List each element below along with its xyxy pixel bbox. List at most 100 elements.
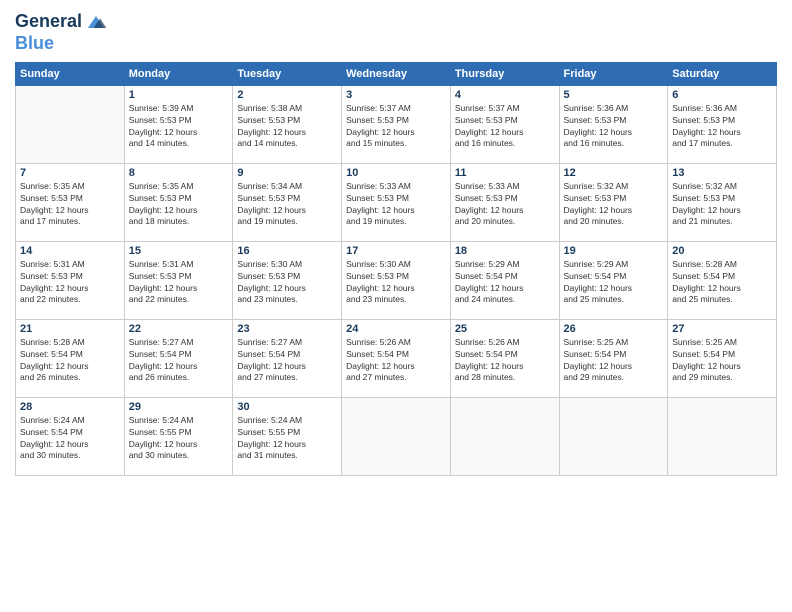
calendar-cell: 27Sunrise: 5:25 AMSunset: 5:54 PMDayligh… (668, 319, 777, 397)
day-info: Sunrise: 5:24 AMSunset: 5:55 PMDaylight:… (237, 415, 337, 463)
calendar-cell: 3 Sunrise: 5:37 AMSunset: 5:53 PMDaylight… (342, 85, 451, 163)
day-info: Sunrise: 5:24 AMSunset: 5:55 PMDaylight:… (129, 415, 229, 463)
logo-text-blue: Blue (15, 34, 108, 54)
calendar-cell: 8Sunrise: 5:35 AMSunset: 5:53 PMDaylight… (124, 163, 233, 241)
calendar-cell (342, 397, 451, 475)
day-number: 30 (237, 401, 337, 413)
day-info: Sunrise: 5:38 AMSunset: 5:53 PMDaylight:… (237, 103, 337, 151)
day-info: Sunrise: 5:29 AMSunset: 5:54 PMDaylight:… (564, 259, 664, 307)
calendar-cell: 16 Sunrise: 5:30 AMSunset: 5:53 PMDayligh… (233, 241, 342, 319)
weekday-header-saturday: Saturday (668, 62, 777, 85)
calendar-cell: 5Sunrise: 5:36 AMSunset: 5:53 PMDaylight… (559, 85, 668, 163)
calendar-cell (559, 397, 668, 475)
day-number: 4 (455, 89, 555, 101)
logo-icon (84, 10, 108, 34)
day-number: 7 (20, 167, 120, 179)
calendar-cell: 12 Sunrise: 5:32 AMSunset: 5:53 PMDayligh… (559, 163, 668, 241)
week-row-4: 21Sunrise: 5:28 AMSunset: 5:54 PMDayligh… (16, 319, 777, 397)
day-number: 5 (564, 89, 664, 101)
day-number: 6 (672, 89, 772, 101)
week-row-3: 14 Sunrise: 5:31 AMSunset: 5:53 PMDayligh… (16, 241, 777, 319)
day-number: 26 (564, 323, 664, 335)
day-info: Sunrise: 5:31 AMSunset: 5:53 PMDaylight:… (20, 259, 120, 307)
calendar-cell (668, 397, 777, 475)
calendar-cell: 26 Sunrise: 5:25 AMSunset: 5:54 PMDayligh… (559, 319, 668, 397)
week-row-5: 28 Sunrise: 5:24 AMSunset: 5:54 PMDayligh… (16, 397, 777, 475)
day-number: 19 (564, 245, 664, 257)
day-info: Sunrise: 5:37 AMSunset: 5:53 PMDaylight:… (455, 103, 555, 151)
day-info: Sunrise: 5:32 AMSunset: 5:53 PMDaylight:… (672, 181, 772, 229)
day-info: Sunrise: 5:35 AMSunset: 5:53 PMDaylight:… (129, 181, 229, 229)
day-number: 12 (564, 167, 664, 179)
day-info: Sunrise: 5:34 AMSunset: 5:53 PMDaylight:… (237, 181, 337, 229)
day-number: 10 (346, 167, 446, 179)
calendar-cell: 15Sunrise: 5:31 AMSunset: 5:53 PMDayligh… (124, 241, 233, 319)
calendar-cell (450, 397, 559, 475)
weekday-header-tuesday: Tuesday (233, 62, 342, 85)
calendar-cell: 22 Sunrise: 5:27 AMSunset: 5:54 PMDayligh… (124, 319, 233, 397)
calendar-cell: 14 Sunrise: 5:31 AMSunset: 5:53 PMDayligh… (16, 241, 125, 319)
calendar-cell: 1Sunrise: 5:39 AMSunset: 5:53 PMDaylight… (124, 85, 233, 163)
day-info: Sunrise: 5:30 AMSunset: 5:53 PMDaylight:… (237, 259, 337, 307)
calendar-cell: 10 Sunrise: 5:33 AMSunset: 5:53 PMDayligh… (342, 163, 451, 241)
day-number: 29 (129, 401, 229, 413)
calendar-cell: 7 Sunrise: 5:35 AMSunset: 5:53 PMDaylight… (16, 163, 125, 241)
weekday-header-monday: Monday (124, 62, 233, 85)
day-info: Sunrise: 5:36 AMSunset: 5:53 PMDaylight:… (672, 103, 772, 151)
calendar-cell: 21Sunrise: 5:28 AMSunset: 5:54 PMDayligh… (16, 319, 125, 397)
logo: General Blue (15, 10, 108, 54)
day-info: Sunrise: 5:37 AMSunset: 5:53 PMDaylight:… (346, 103, 446, 151)
calendar-cell: 24 Sunrise: 5:26 AMSunset: 5:54 PMDayligh… (342, 319, 451, 397)
day-info: Sunrise: 5:39 AMSunset: 5:53 PMDaylight:… (129, 103, 229, 151)
day-info: Sunrise: 5:30 AMSunset: 5:53 PMDaylight:… (346, 259, 446, 307)
day-number: 17 (346, 245, 446, 257)
day-info: Sunrise: 5:26 AMSunset: 5:54 PMDaylight:… (346, 337, 446, 385)
day-number: 13 (672, 167, 772, 179)
calendar-cell: 4 Sunrise: 5:37 AMSunset: 5:53 PMDaylight… (450, 85, 559, 163)
day-number: 22 (129, 323, 229, 335)
weekday-header-wednesday: Wednesday (342, 62, 451, 85)
day-number: 2 (237, 89, 337, 101)
day-info: Sunrise: 5:24 AMSunset: 5:54 PMDaylight:… (20, 415, 120, 463)
day-info: Sunrise: 5:28 AMSunset: 5:54 PMDaylight:… (672, 259, 772, 307)
calendar-cell: 9 Sunrise: 5:34 AMSunset: 5:53 PMDaylight… (233, 163, 342, 241)
day-number: 28 (20, 401, 120, 413)
calendar-cell: 6 Sunrise: 5:36 AMSunset: 5:53 PMDaylight… (668, 85, 777, 163)
day-number: 3 (346, 89, 446, 101)
calendar-cell: 17 Sunrise: 5:30 AMSunset: 5:53 PMDayligh… (342, 241, 451, 319)
day-number: 20 (672, 245, 772, 257)
day-info: Sunrise: 5:33 AMSunset: 5:53 PMDaylight:… (346, 181, 446, 229)
weekday-header-thursday: Thursday (450, 62, 559, 85)
day-info: Sunrise: 5:31 AMSunset: 5:53 PMDaylight:… (129, 259, 229, 307)
calendar-cell: 23 Sunrise: 5:27 AMSunset: 5:54 PMDayligh… (233, 319, 342, 397)
calendar-cell: 20 Sunrise: 5:28 AMSunset: 5:54 PMDayligh… (668, 241, 777, 319)
day-info: Sunrise: 5:33 AMSunset: 5:53 PMDaylight:… (455, 181, 555, 229)
calendar-cell: 11 Sunrise: 5:33 AMSunset: 5:53 PMDayligh… (450, 163, 559, 241)
weekday-header-friday: Friday (559, 62, 668, 85)
calendar-cell: 25Sunrise: 5:26 AMSunset: 5:54 PMDayligh… (450, 319, 559, 397)
page-header: General Blue (15, 10, 777, 54)
weekday-header-sunday: Sunday (16, 62, 125, 85)
day-number: 25 (455, 323, 555, 335)
day-info: Sunrise: 5:27 AMSunset: 5:54 PMDaylight:… (129, 337, 229, 385)
calendar-cell: 19 Sunrise: 5:29 AMSunset: 5:54 PMDayligh… (559, 241, 668, 319)
week-row-1: 1Sunrise: 5:39 AMSunset: 5:53 PMDaylight… (16, 85, 777, 163)
day-number: 11 (455, 167, 555, 179)
calendar-cell: 30 Sunrise: 5:24 AMSunset: 5:55 PMDayligh… (233, 397, 342, 475)
day-number: 18 (455, 245, 555, 257)
day-info: Sunrise: 5:35 AMSunset: 5:53 PMDaylight:… (20, 181, 120, 229)
calendar-cell: 2 Sunrise: 5:38 AMSunset: 5:53 PMDaylight… (233, 85, 342, 163)
day-number: 14 (20, 245, 120, 257)
calendar-table: SundayMondayTuesdayWednesdayThursdayFrid… (15, 62, 777, 476)
day-number: 9 (237, 167, 337, 179)
calendar-cell: 18Sunrise: 5:29 AMSunset: 5:54 PMDayligh… (450, 241, 559, 319)
logo-text-general: General (15, 12, 82, 32)
calendar-cell: 13 Sunrise: 5:32 AMSunset: 5:53 PMDayligh… (668, 163, 777, 241)
day-info: Sunrise: 5:27 AMSunset: 5:54 PMDaylight:… (237, 337, 337, 385)
day-info: Sunrise: 5:25 AMSunset: 5:54 PMDaylight:… (564, 337, 664, 385)
day-info: Sunrise: 5:32 AMSunset: 5:53 PMDaylight:… (564, 181, 664, 229)
day-number: 24 (346, 323, 446, 335)
day-number: 16 (237, 245, 337, 257)
calendar-cell: 29 Sunrise: 5:24 AMSunset: 5:55 PMDayligh… (124, 397, 233, 475)
day-number: 23 (237, 323, 337, 335)
